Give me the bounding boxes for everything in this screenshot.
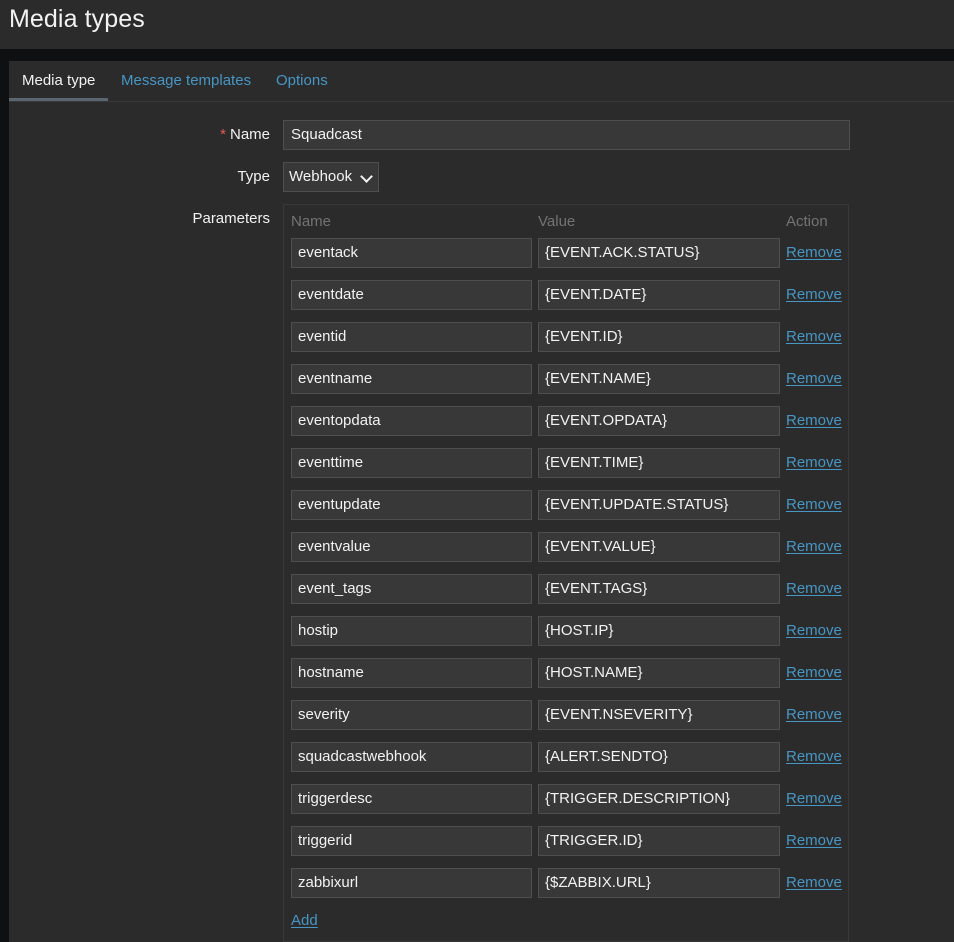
remove-parameter-link[interactable]: Remove [786, 328, 842, 345]
parameter-name-input[interactable]: hostname [291, 658, 532, 688]
parameter-name-input[interactable]: severity [291, 700, 532, 730]
media-types-page: Media types Media type Message templates… [0, 0, 954, 942]
remove-parameter-link[interactable]: Remove [786, 748, 842, 765]
parameter-name-input[interactable]: eventdate [291, 280, 532, 310]
parameter-value-input[interactable]: {EVENT.TAGS} [538, 574, 780, 604]
parameter-value-input[interactable]: {EVENT.NAME} [538, 364, 780, 394]
tab-bar: Media type Message templates Options [9, 61, 954, 102]
column-header-name: Name [291, 213, 332, 230]
required-marker: * [220, 126, 226, 143]
remove-parameter-link[interactable]: Remove [786, 538, 842, 555]
parameter-value-input[interactable]: {EVENT.ID} [538, 322, 780, 352]
parameter-value-input[interactable]: {EVENT.TIME} [538, 448, 780, 478]
name-label: * Name [220, 126, 270, 143]
parameter-value-input[interactable]: {EVENT.OPDATA} [538, 406, 780, 436]
parameter-name-input[interactable]: triggerid [291, 826, 532, 856]
column-header-value: Value [538, 213, 576, 230]
parameter-value-input[interactable]: {HOST.IP} [538, 616, 780, 646]
parameter-value-input[interactable]: {TRIGGER.ID} [538, 826, 780, 856]
parameter-name-input[interactable]: event_tags [291, 574, 532, 604]
remove-parameter-link[interactable]: Remove [786, 412, 842, 429]
parameter-name-input[interactable]: eventid [291, 322, 532, 352]
parameter-name-input[interactable]: eventname [291, 364, 532, 394]
parameter-name-input[interactable]: eventopdata [291, 406, 532, 436]
column-header-action: Action [786, 213, 828, 230]
parameter-name-input[interactable]: eventtime [291, 448, 532, 478]
parameter-value-input[interactable]: {ALERT.SENDTO} [538, 742, 780, 772]
parameter-name-input[interactable]: hostip [291, 616, 532, 646]
remove-parameter-link[interactable]: Remove [786, 496, 842, 513]
remove-parameter-link[interactable]: Remove [786, 790, 842, 807]
remove-parameter-link[interactable]: Remove [786, 832, 842, 849]
name-input[interactable]: Squadcast [283, 120, 850, 150]
page-title: Media types [9, 5, 145, 33]
tab-options[interactable]: Options [276, 61, 328, 101]
type-label: Type [237, 168, 270, 185]
remove-parameter-link[interactable]: Remove [786, 580, 842, 597]
remove-parameter-link[interactable]: Remove [786, 244, 842, 261]
parameter-value-input[interactable]: {EVENT.NSEVERITY} [538, 700, 780, 730]
header-gap [0, 49, 954, 61]
parameters-table: Name Value Action eventack {EVENT.ACK.STA… [283, 204, 849, 942]
remove-parameter-link[interactable]: Remove [786, 370, 842, 387]
parameter-value-input[interactable]: {HOST.NAME} [538, 658, 780, 688]
remove-parameter-link[interactable]: Remove [786, 706, 842, 723]
parameter-value-input[interactable]: {EVENT.VALUE} [538, 532, 780, 562]
parameter-name-input[interactable]: triggerdesc [291, 784, 532, 814]
remove-parameter-link[interactable]: Remove [786, 874, 842, 891]
parameters-label: Parameters [192, 210, 270, 227]
parameter-value-input[interactable]: {EVENT.UPDATE.STATUS} [538, 490, 780, 520]
type-select[interactable]: Webhook [283, 162, 379, 192]
parameter-name-input[interactable]: zabbixurl [291, 868, 532, 898]
parameter-name-input[interactable]: eventack [291, 238, 532, 268]
tab-media-type[interactable]: Media type [9, 61, 109, 101]
parameter-value-input[interactable]: {$ZABBIX.URL} [538, 868, 780, 898]
parameter-value-input[interactable]: {EVENT.DATE} [538, 280, 780, 310]
chevron-down-icon [360, 170, 373, 183]
page-header: Media types [0, 0, 954, 49]
parameter-name-input[interactable]: eventvalue [291, 532, 532, 562]
name-label-text: Name [229, 126, 270, 143]
parameter-value-input[interactable]: {TRIGGER.DESCRIPTION} [538, 784, 780, 814]
remove-parameter-link[interactable]: Remove [786, 286, 842, 303]
remove-parameter-link[interactable]: Remove [786, 622, 842, 639]
media-type-form-panel: Media type Message templates Options * Na… [9, 61, 954, 942]
remove-parameter-link[interactable]: Remove [786, 454, 842, 471]
add-parameter-link[interactable]: Add [291, 912, 318, 929]
parameter-value-input[interactable]: {EVENT.ACK.STATUS} [538, 238, 780, 268]
remove-parameter-link[interactable]: Remove [786, 664, 842, 681]
parameter-name-input[interactable]: eventupdate [291, 490, 532, 520]
tab-message-templates[interactable]: Message templates [121, 61, 251, 101]
type-select-value: Webhook [289, 168, 353, 185]
parameter-name-input[interactable]: squadcastwebhook [291, 742, 532, 772]
